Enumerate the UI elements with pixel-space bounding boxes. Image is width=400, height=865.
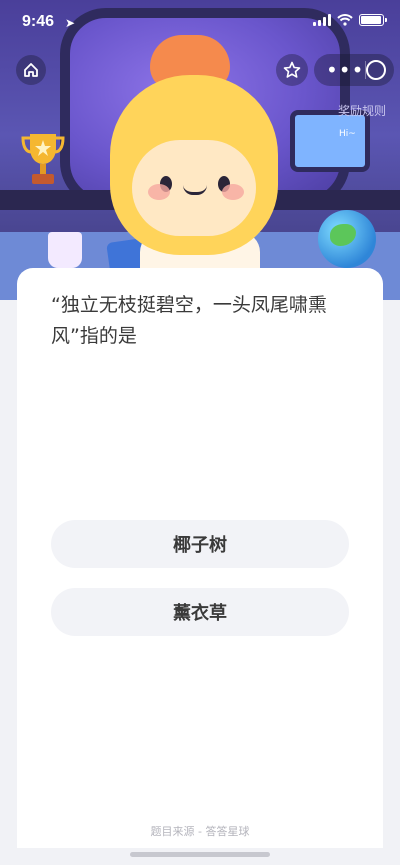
- home-icon: [24, 63, 38, 77]
- question-card: “独立无枝挺碧空，一头凤尾啸熏风”指的是 椰子树 薰衣草 题目来源 - 答答星球: [17, 268, 383, 848]
- battery-icon: [359, 14, 387, 26]
- miniprogram-capsule: •••: [314, 54, 394, 86]
- option-button-2[interactable]: 薰衣草: [51, 588, 349, 636]
- rules-link[interactable]: 奖励规则: [338, 102, 386, 119]
- character-cheek-right: [222, 184, 244, 200]
- option-button-1[interactable]: 椰子树: [51, 520, 349, 568]
- status-bar: 9:46 ➤: [0, 0, 400, 44]
- star-icon: [283, 61, 301, 78]
- more-icon[interactable]: •••: [326, 60, 364, 80]
- character-cheek-left: [148, 184, 170, 200]
- status-icons: [313, 14, 387, 26]
- status-time: 9:46: [22, 13, 55, 30]
- home-indicator[interactable]: [130, 852, 270, 857]
- trophy-icon: [21, 134, 65, 184]
- signal-icon: [313, 14, 331, 26]
- question-source: 题目来源 - 答答星球: [150, 825, 250, 838]
- wifi-icon: [337, 14, 353, 26]
- monitor: Hi~: [290, 110, 370, 172]
- home-button[interactable]: [16, 55, 46, 85]
- location-arrow-icon: ➤: [65, 16, 76, 30]
- globe: [318, 210, 376, 268]
- question-text: “独立无枝挺碧空，一头凤尾啸熏风”指的是: [51, 294, 327, 347]
- favorite-button[interactable]: [276, 54, 308, 86]
- battery-level: [361, 16, 381, 24]
- hero-illustration: Hi~: [0, 0, 400, 300]
- monitor-greeting: Hi~: [339, 129, 356, 139]
- mug: [48, 232, 82, 268]
- close-icon[interactable]: [365, 60, 386, 80]
